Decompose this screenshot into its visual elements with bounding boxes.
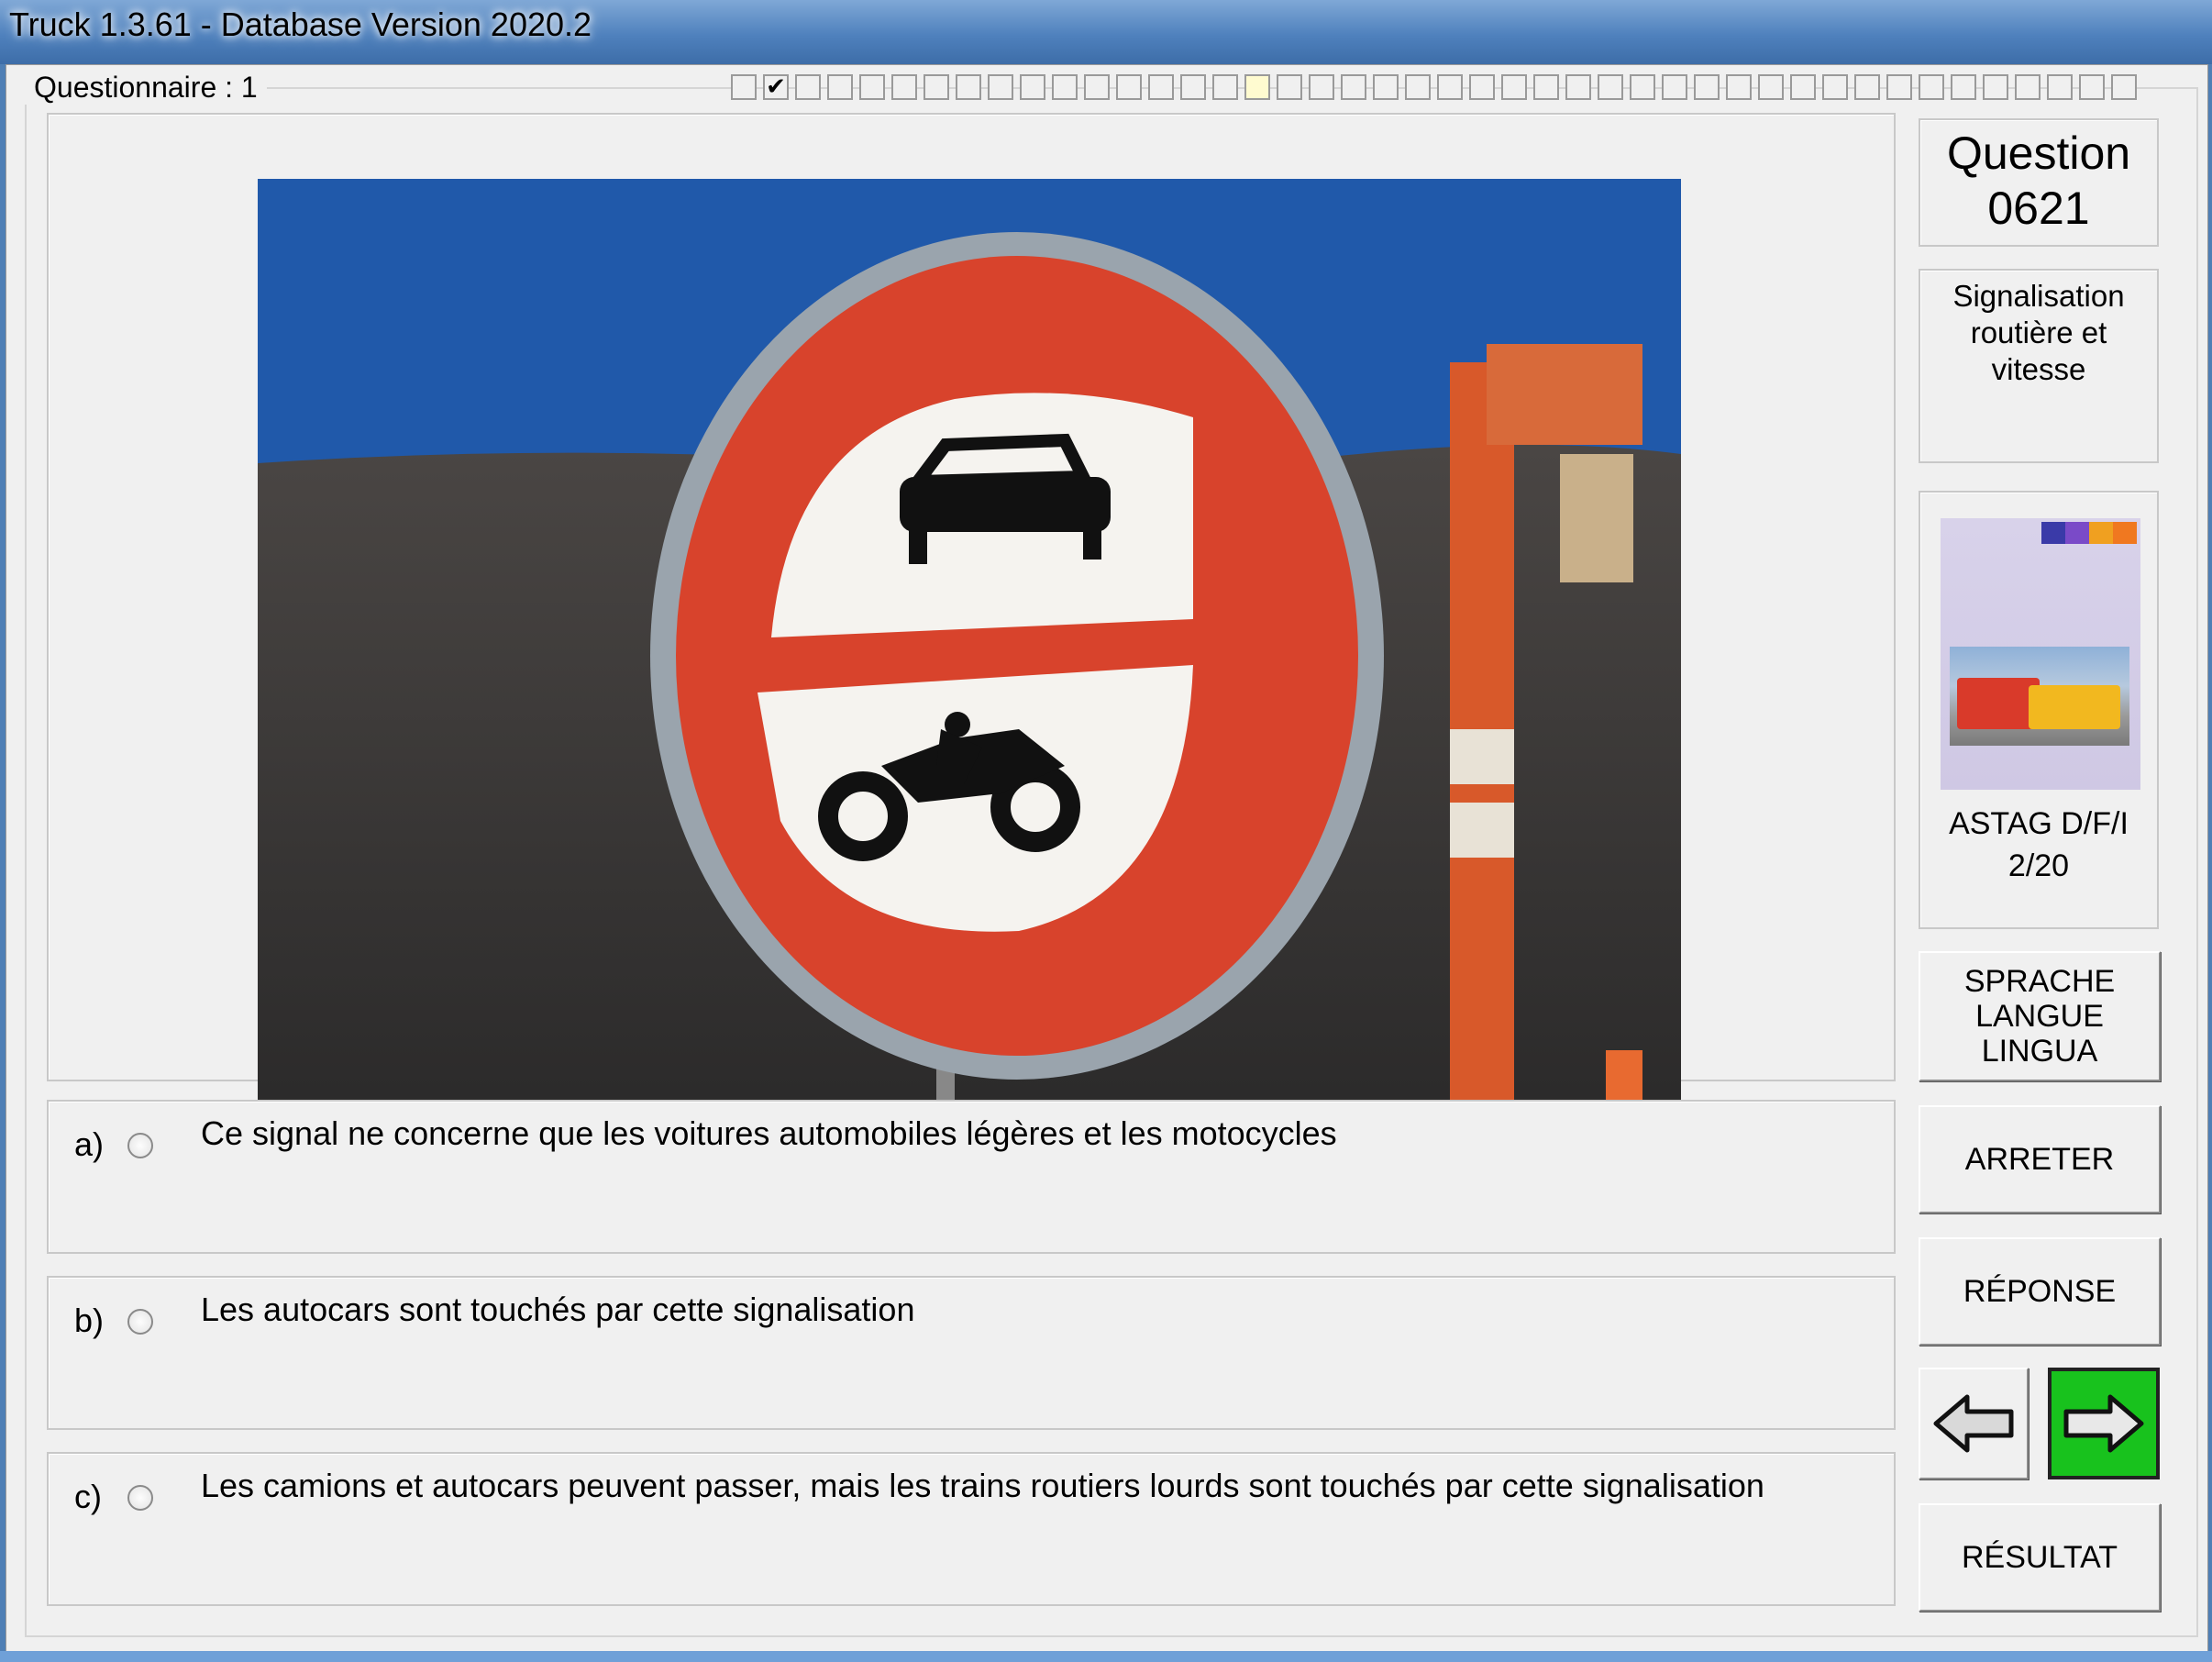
stop-button-label: ARRETER bbox=[1964, 1142, 2115, 1177]
answer-b-letter: b) bbox=[74, 1302, 105, 1339]
question-box-9[interactable] bbox=[988, 74, 1013, 100]
question-box-27[interactable] bbox=[1565, 74, 1591, 100]
book-cover-image bbox=[1941, 518, 2140, 790]
question-box-13[interactable] bbox=[1116, 74, 1142, 100]
answer-b-radio[interactable] bbox=[127, 1309, 153, 1335]
question-box-14[interactable] bbox=[1148, 74, 1174, 100]
answer-a-letter: a) bbox=[74, 1125, 105, 1163]
question-box-44[interactable] bbox=[2111, 74, 2137, 100]
question-box-12[interactable] bbox=[1084, 74, 1110, 100]
question-box-8[interactable] bbox=[956, 74, 981, 100]
result-button[interactable]: RÉSULTAT bbox=[1919, 1503, 2161, 1612]
stop-button[interactable]: ARRETER bbox=[1919, 1105, 2161, 1213]
title-bar: Truck 1.3.61 - Database Version 2020.2 bbox=[0, 0, 2212, 64]
book-cover-photo bbox=[1950, 647, 2129, 746]
book-info: ASTAG D/F/I 2/20 bbox=[1920, 803, 2157, 887]
book-cover-bus bbox=[2029, 685, 2120, 729]
question-box-39[interactable] bbox=[1951, 74, 1976, 100]
question-box-26[interactable] bbox=[1533, 74, 1559, 100]
question-box-20[interactable] bbox=[1341, 74, 1366, 100]
main-window: Questionnaire : 1 ✔ a) Ce signal ne conc… bbox=[6, 64, 2208, 1653]
question-box-3[interactable] bbox=[795, 74, 821, 100]
question-box-5[interactable] bbox=[859, 74, 885, 100]
question-box-2[interactable]: ✔ bbox=[763, 74, 789, 100]
question-box-31[interactable] bbox=[1694, 74, 1720, 100]
question-number-panel: Question 0621 bbox=[1919, 118, 2159, 247]
question-box-18[interactable] bbox=[1277, 74, 1302, 100]
book-name: ASTAG D/F/I bbox=[1949, 806, 2129, 841]
result-button-label: RÉSULTAT bbox=[1961, 1540, 2118, 1575]
book-category-badges bbox=[2041, 522, 2137, 544]
answer-a-panel: a) Ce signal ne concerne que les voiture… bbox=[47, 1100, 1896, 1254]
answer-a-radio[interactable] bbox=[127, 1133, 153, 1158]
category-panel: Signalisation routière et vitesse bbox=[1919, 269, 2159, 463]
book-page: 2/20 bbox=[2007, 848, 2070, 883]
question-box-11[interactable] bbox=[1052, 74, 1078, 100]
question-box-29[interactable] bbox=[1630, 74, 1655, 100]
question-box-33[interactable] bbox=[1758, 74, 1784, 100]
arrow-left-icon bbox=[1933, 1394, 2014, 1453]
question-image-panel bbox=[47, 113, 1896, 1116]
question-number: 0621 bbox=[1987, 183, 2090, 234]
answer-c-radio[interactable] bbox=[127, 1485, 153, 1511]
answer-c-text: Les camions et autocars peuvent passer, … bbox=[201, 1467, 1764, 1504]
question-box-16[interactable] bbox=[1212, 74, 1238, 100]
book-panel: ASTAG D/F/I 2/20 bbox=[1919, 491, 2159, 929]
question-box-25[interactable] bbox=[1501, 74, 1527, 100]
road-sign-photo bbox=[258, 179, 1681, 1116]
question-box-43[interactable] bbox=[2079, 74, 2105, 100]
arrow-right-icon bbox=[2063, 1394, 2144, 1453]
question-box-35[interactable] bbox=[1822, 74, 1848, 100]
question-box-17[interactable] bbox=[1244, 74, 1270, 100]
question-progress-strip: ✔ bbox=[731, 74, 2137, 104]
road-sign-image bbox=[258, 179, 1681, 1116]
answer-button[interactable]: RÉPONSE bbox=[1919, 1237, 2161, 1346]
taskbar-edge bbox=[0, 1651, 2212, 1662]
answer-b-text: Les autocars sont touchés par cette sign… bbox=[201, 1291, 915, 1328]
next-question-button[interactable] bbox=[2048, 1368, 2160, 1479]
question-label: Question bbox=[1946, 127, 2131, 179]
answer-a-text: Ce signal ne concerne que les voitures a… bbox=[201, 1114, 1337, 1152]
question-box-38[interactable] bbox=[1919, 74, 1944, 100]
category-text: Signalisation routière et vitesse bbox=[1952, 279, 2125, 386]
question-box-7[interactable] bbox=[924, 74, 949, 100]
question-box-15[interactable] bbox=[1180, 74, 1206, 100]
answer-b-panel: b) Les autocars sont touchés par cette s… bbox=[47, 1276, 1896, 1430]
questionnaire-label: Questionnaire : 1 bbox=[25, 71, 267, 105]
question-box-30[interactable] bbox=[1662, 74, 1687, 100]
language-button-label: SPRACHE LANGUE LINGUA bbox=[1963, 964, 2116, 1069]
question-box-34[interactable] bbox=[1790, 74, 1816, 100]
question-box-4[interactable] bbox=[827, 74, 853, 100]
question-box-37[interactable] bbox=[1886, 74, 1912, 100]
question-box-10[interactable] bbox=[1020, 74, 1045, 100]
question-box-24[interactable] bbox=[1469, 74, 1495, 100]
question-box-22[interactable] bbox=[1405, 74, 1431, 100]
answer-c-letter: c) bbox=[74, 1478, 102, 1515]
question-box-32[interactable] bbox=[1726, 74, 1752, 100]
answer-button-label: RÉPONSE bbox=[1963, 1274, 2117, 1309]
question-box-21[interactable] bbox=[1373, 74, 1399, 100]
previous-question-button[interactable] bbox=[1919, 1368, 2029, 1479]
question-box-23[interactable] bbox=[1437, 74, 1463, 100]
question-box-1[interactable] bbox=[731, 74, 757, 100]
question-box-36[interactable] bbox=[1854, 74, 1880, 100]
window-title: Truck 1.3.61 - Database Version 2020.2 bbox=[9, 6, 592, 43]
question-box-28[interactable] bbox=[1598, 74, 1623, 100]
question-box-40[interactable] bbox=[1983, 74, 2008, 100]
question-box-19[interactable] bbox=[1309, 74, 1334, 100]
question-box-42[interactable] bbox=[2047, 74, 2073, 100]
book-cover-truck bbox=[1957, 678, 2040, 729]
language-button[interactable]: SPRACHE LANGUE LINGUA bbox=[1919, 951, 2161, 1081]
answer-c-panel: c) Les camions et autocars peuvent passe… bbox=[47, 1452, 1896, 1606]
question-box-41[interactable] bbox=[2015, 74, 2041, 100]
question-box-6[interactable] bbox=[891, 74, 917, 100]
